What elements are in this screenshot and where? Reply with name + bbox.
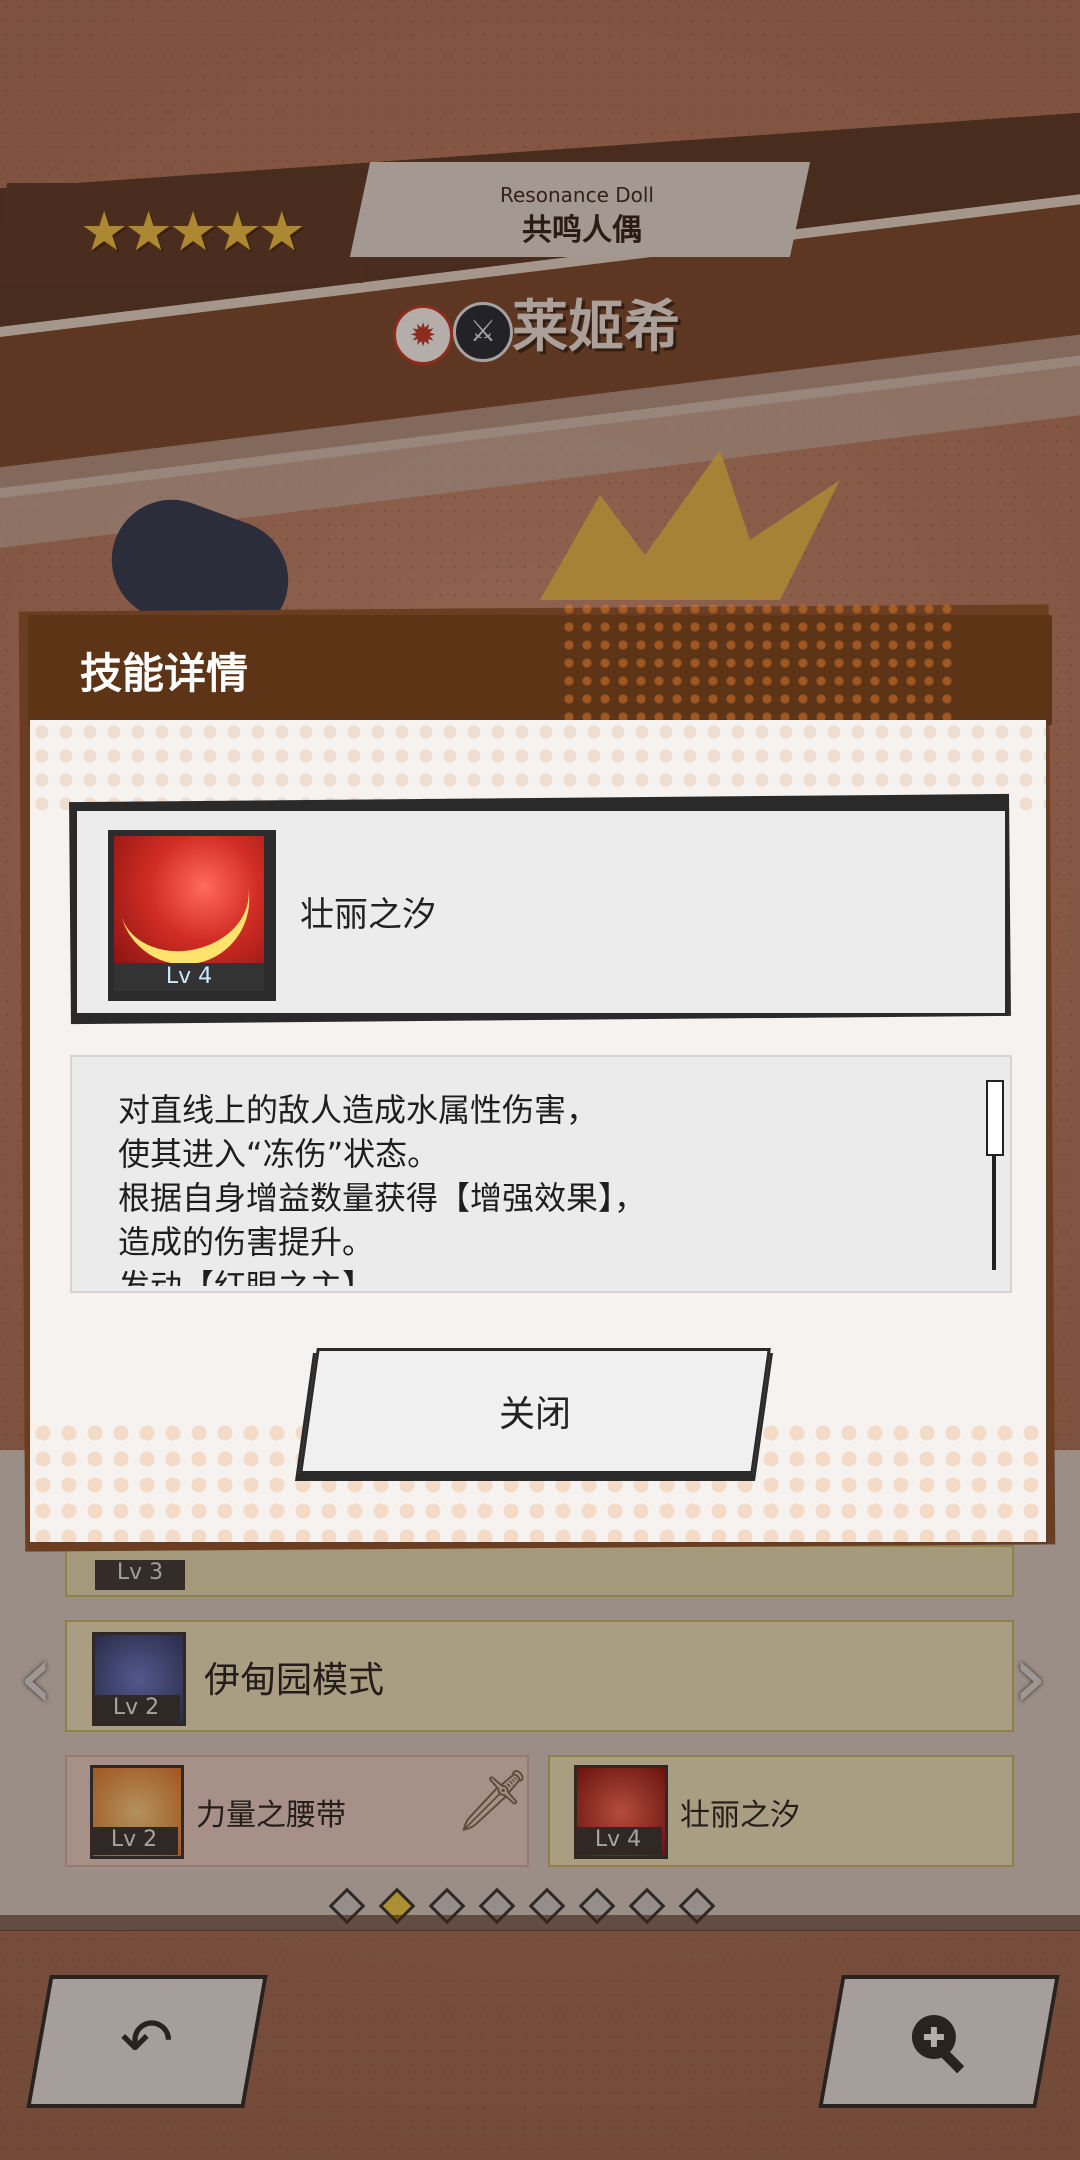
skill-name: 壮丽之汐 xyxy=(300,895,436,935)
scrollbar-thumb[interactable] xyxy=(986,1080,1004,1156)
header-pattern xyxy=(560,600,960,720)
skill-level-badge: Lv 4 xyxy=(114,963,264,991)
skill-description: 对直线上的敌人造成水属性伤害， 使其进入“冻伤”状态。 根据自身增益数量获得【增… xyxy=(118,1091,647,1286)
close-button[interactable]: 关闭 xyxy=(299,1348,771,1474)
close-button-label: 关闭 xyxy=(498,1394,571,1435)
dialog-title: 技能详情 xyxy=(80,649,249,698)
